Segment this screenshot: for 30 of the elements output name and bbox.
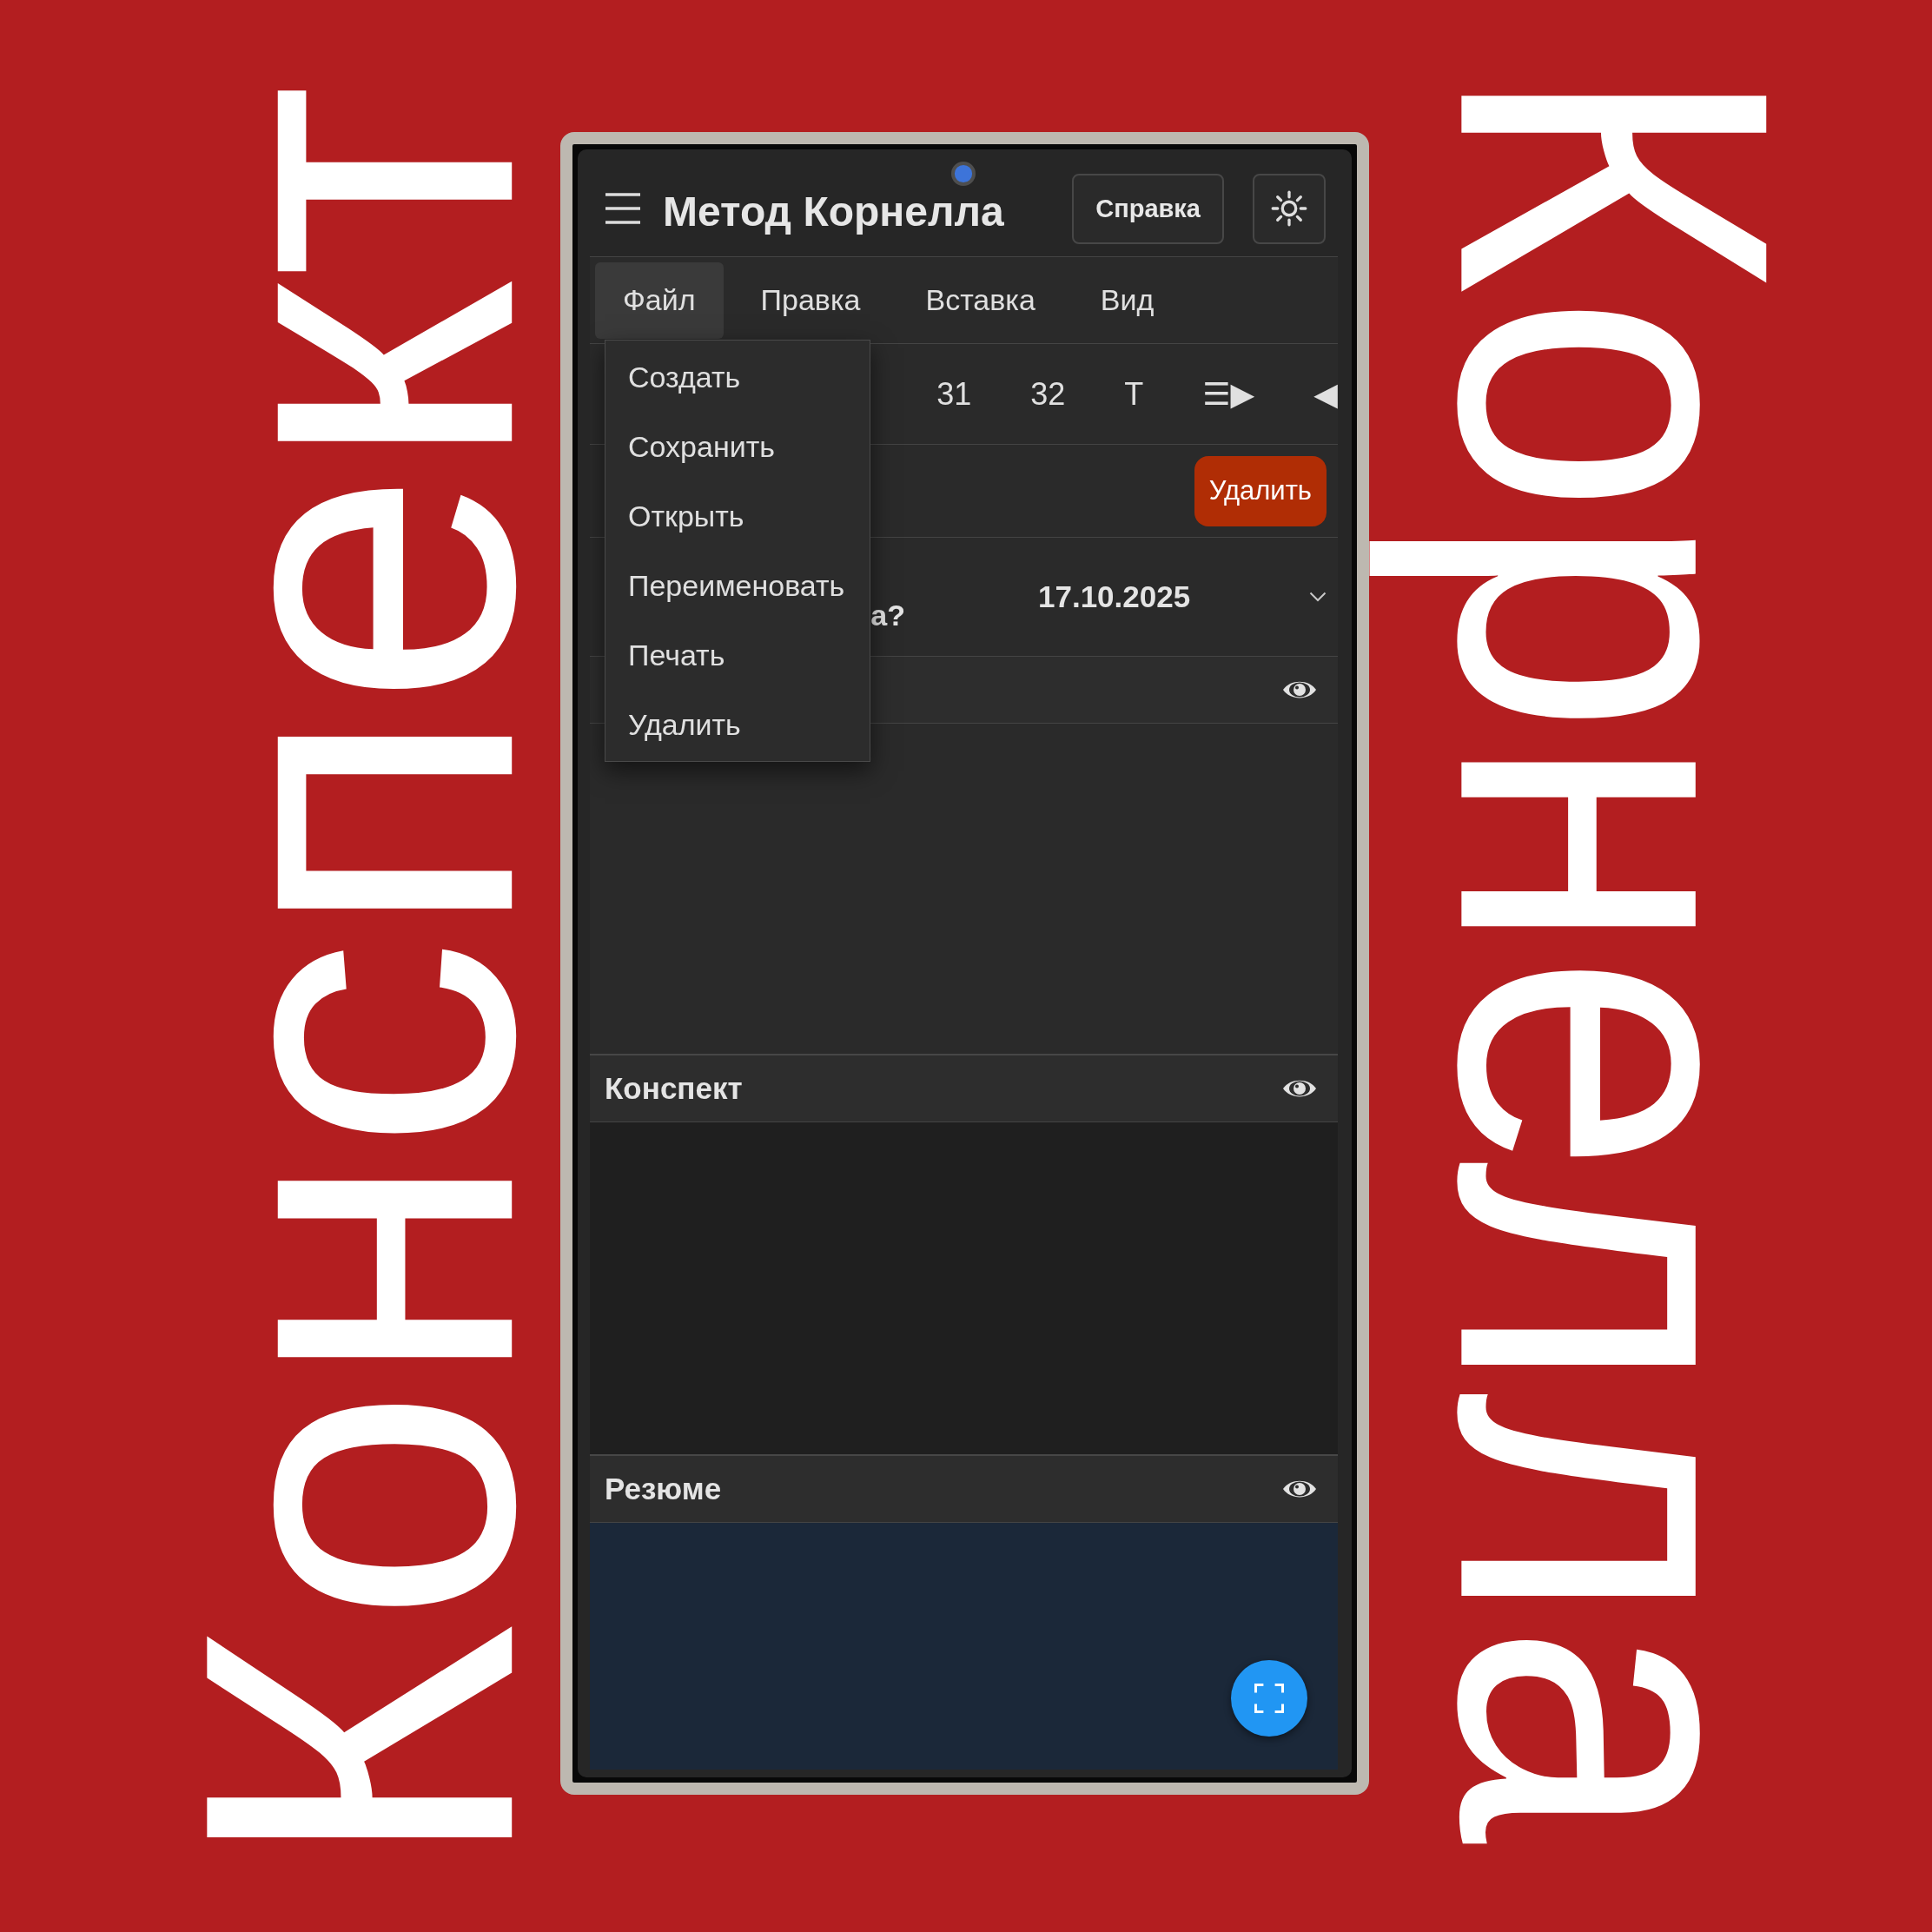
dropdown-item[interactable]: Переименовать [628, 568, 845, 603]
delete-button[interactable]: Удалить [1194, 455, 1327, 526]
menu-tab[interactable]: Вид [1072, 261, 1182, 339]
summary-field[interactable] [590, 1523, 1338, 1770]
dropdown-item[interactable]: Создать [628, 360, 741, 394]
fullscreen-icon [1254, 1684, 1284, 1713]
menu-tab[interactable]: Правка [732, 261, 889, 339]
menu-icon[interactable] [605, 193, 640, 224]
toolbar-button[interactable]: 32 [1001, 362, 1095, 426]
toolbar-button[interactable]: T [1095, 362, 1174, 426]
help-button[interactable]: Справка [1072, 173, 1224, 244]
menu-tab[interactable]: Вставка [897, 261, 1063, 339]
vertical-caption: Корнелла [1366, 63, 1863, 1844]
dropdown-item[interactable]: Печать [628, 638, 725, 672]
dropdown-item[interactable]: Открыть [628, 499, 744, 533]
notes-field[interactable] [590, 1122, 1338, 1454]
chevron-down-icon[interactable] [1309, 592, 1327, 602]
section-title: Резюме [605, 1472, 722, 1506]
app-title: Метод Корнелла [663, 187, 1004, 235]
dropdown-item[interactable]: Удалить [628, 707, 741, 742]
menu-tab[interactable]: Файл [595, 261, 724, 339]
dropdown-item[interactable]: Сохранить [628, 429, 775, 464]
section-title: Конспект [605, 1071, 743, 1106]
question-text: а? [870, 598, 905, 632]
theme-button[interactable] [1253, 173, 1326, 244]
date-text: 17.10.2025 [1038, 579, 1191, 614]
sun-icon [1271, 190, 1307, 227]
toolbar-button[interactable]: ☰▶ [1173, 362, 1285, 426]
toolbar-button[interactable]: 31 [907, 362, 1002, 426]
toolbar-button[interactable]: ◀ [1284, 362, 1338, 426]
